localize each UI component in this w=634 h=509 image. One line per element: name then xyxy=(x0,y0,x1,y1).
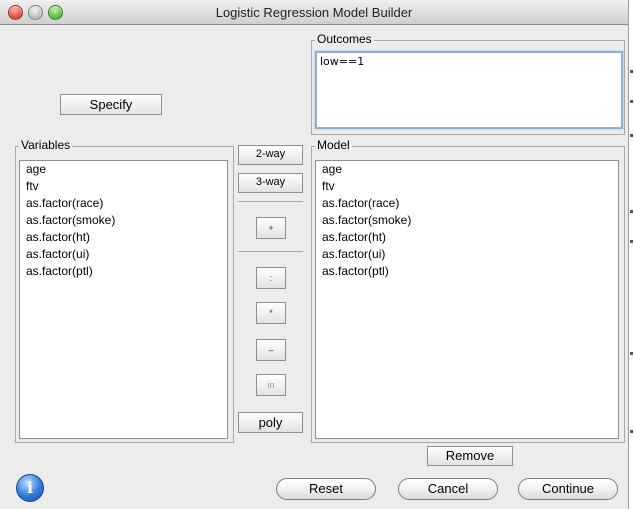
poly-button[interactable]: poly xyxy=(238,412,303,433)
background-edge-mark xyxy=(630,240,633,243)
model-list[interactable]: age ftv as.factor(race) as.factor(smoke)… xyxy=(315,160,619,439)
model-label: Model xyxy=(315,138,352,152)
star-button[interactable]: * xyxy=(256,302,286,324)
separator xyxy=(238,201,303,202)
remove-button[interactable]: Remove xyxy=(427,446,513,466)
variables-list-item[interactable]: as.factor(smoke) xyxy=(20,212,227,229)
variables-list-item[interactable]: as.factor(ptl) xyxy=(20,263,227,280)
model-list-item[interactable]: ftv xyxy=(316,178,618,195)
background-edge-mark xyxy=(630,210,633,213)
variables-panel: Variables age ftv as.factor(race) as.fac… xyxy=(15,138,234,443)
variables-label: Variables xyxy=(19,138,73,152)
model-list-item[interactable]: as.factor(ui) xyxy=(316,246,618,263)
two-way-button[interactable]: 2-way xyxy=(238,145,303,165)
minus-button[interactable]: – xyxy=(256,339,286,361)
specify-button[interactable]: Specify xyxy=(60,94,162,115)
background-edge-mark xyxy=(630,430,633,433)
title-bar: Logistic Regression Model Builder xyxy=(0,0,628,25)
three-way-button[interactable]: 3-way xyxy=(238,173,303,193)
model-list-item[interactable]: as.factor(ptl) xyxy=(316,263,618,280)
separator xyxy=(238,251,303,252)
continue-button[interactable]: Continue xyxy=(518,478,618,500)
variables-list-item[interactable]: as.factor(ht) xyxy=(20,229,227,246)
outcomes-panel: Outcomes low==1 xyxy=(311,32,625,135)
model-list-item[interactable]: as.factor(race) xyxy=(316,195,618,212)
model-list-item[interactable]: as.factor(ht) xyxy=(316,229,618,246)
model-builder-window: Logistic Regression Model Builder Outcom… xyxy=(0,0,629,509)
reset-button[interactable]: Reset xyxy=(276,478,376,500)
outcomes-label: Outcomes xyxy=(315,32,374,46)
colon-button[interactable]: : xyxy=(256,267,286,289)
plus-button[interactable]: + xyxy=(256,217,286,239)
background-edge-mark xyxy=(630,134,633,137)
variables-list-item[interactable]: age xyxy=(20,161,227,178)
info-icon[interactable]: i xyxy=(16,474,44,502)
variables-list-item[interactable]: ftv xyxy=(20,178,227,195)
background-edge-mark xyxy=(630,352,633,355)
model-panel: Model age ftv as.factor(race) as.factor(… xyxy=(311,138,625,443)
background-edge-mark xyxy=(630,100,633,103)
in-button[interactable]: in xyxy=(256,374,286,396)
variables-list-item[interactable]: as.factor(race) xyxy=(20,195,227,212)
outcomes-input[interactable]: low==1 xyxy=(315,51,623,129)
model-list-item[interactable]: age xyxy=(316,161,618,178)
variables-list-item[interactable]: as.factor(ui) xyxy=(20,246,227,263)
cancel-button[interactable]: Cancel xyxy=(398,478,498,500)
variables-list[interactable]: age ftv as.factor(race) as.factor(smoke)… xyxy=(19,160,228,439)
background-edge-mark xyxy=(630,70,633,73)
window-title: Logistic Regression Model Builder xyxy=(215,5,413,20)
model-list-item[interactable]: as.factor(smoke) xyxy=(316,212,618,229)
